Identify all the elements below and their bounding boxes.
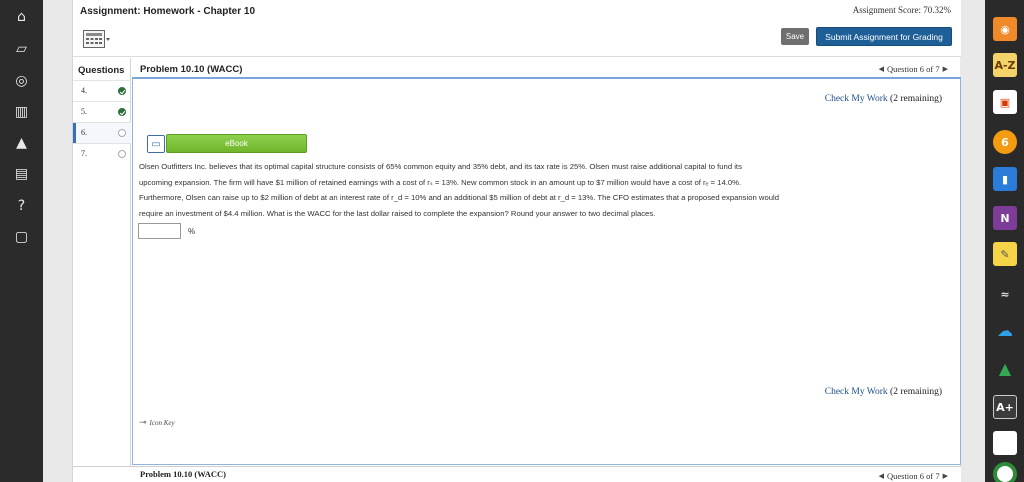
question-number: 4. — [81, 86, 87, 95]
onenote-icon[interactable]: N — [993, 206, 1017, 230]
cloud-icon[interactable]: ☁ — [993, 318, 1017, 342]
feedback-icon[interactable]: ▢ — [0, 225, 43, 249]
icon-key[interactable]: ⊸ Icon Key — [139, 418, 175, 428]
drive-icon[interactable]: ▲ — [993, 356, 1017, 380]
completed-check-icon — [118, 87, 126, 95]
attempts-remaining: (2 remaining) — [890, 94, 942, 104]
attempts-remaining: (2 remaining) — [890, 387, 942, 397]
question-position: Question 6 of 7 — [886, 471, 940, 481]
az-icon[interactable]: A-Z — [993, 53, 1017, 77]
six-icon[interactable]: 6 — [993, 130, 1017, 154]
question-position: Question 6 of 7 — [886, 64, 940, 74]
card-icon[interactable] — [993, 431, 1017, 455]
problem-text-line: upcoming expansion. The firm will have $… — [139, 177, 742, 187]
questions-nav-title: Questions — [78, 65, 125, 76]
rss-icon[interactable]: ◉ — [993, 17, 1017, 41]
office-icon[interactable]: ▣ — [993, 90, 1017, 114]
assignment-header: Assignment: Homework - Chapter 10 Assign… — [73, 0, 961, 57]
assignment-score: Assignment Score: 70.32% — [852, 5, 951, 15]
briefcase-icon[interactable]: ▤ — [0, 162, 43, 186]
check-my-work-link[interactable]: Check My Work — [825, 94, 888, 104]
problem-statement: Olsen Outfitters Inc. believes that its … — [139, 159, 951, 221]
problem-text-line: require an investment of $4.4 million. W… — [139, 208, 656, 218]
question-item-4[interactable]: 4. — [73, 80, 131, 101]
submit-assignment-button[interactable]: Submit Assignment for Grading — [816, 27, 952, 46]
answer-unit: % — [188, 227, 196, 236]
assignment-title: Assignment: Homework - Chapter 10 — [80, 6, 256, 17]
question-number: 6. — [81, 128, 87, 137]
graduation-cap-icon[interactable]: ▲ — [0, 131, 43, 155]
grade-icon[interactable]: A+ — [993, 395, 1017, 419]
ebook-button[interactable]: eBook — [166, 134, 307, 153]
assignment-app: Assignment: Homework - Chapter 10 Assign… — [72, 0, 961, 482]
right-sidebar: ◉ A-Z ▣ 6 ▮ N ✎ ≈ ☁ ▲ A+ — [985, 0, 1024, 482]
home-icon[interactable]: ⌂ — [0, 5, 43, 29]
key-icon: ⊸ — [139, 418, 147, 428]
problem-title: Problem 10.10 (WACC) — [140, 64, 243, 75]
question-number: 7. — [81, 149, 87, 158]
previous-question-icon[interactable]: ◀ — [879, 472, 884, 480]
question-item-7[interactable]: 7. — [73, 143, 131, 164]
completed-check-icon — [118, 108, 126, 116]
note-icon[interactable]: ✎ — [993, 242, 1017, 266]
cards-icon[interactable]: ▱ — [0, 37, 43, 61]
check-my-work-link[interactable]: Check My Work — [825, 387, 888, 397]
calculator-icon[interactable] — [83, 30, 111, 48]
next-question-icon[interactable]: ▶ — [943, 65, 948, 73]
incomplete-circle-icon — [118, 129, 126, 137]
compass-icon[interactable]: ◎ — [0, 69, 43, 93]
book-app-icon[interactable]: ▮ — [993, 167, 1017, 191]
incomplete-circle-icon — [118, 150, 126, 158]
help-icon[interactable]: ? — [0, 194, 43, 218]
question-item-6[interactable]: 6. — [73, 122, 131, 144]
problem-panel: Check My Work (2 remaining) ▭ eBook Olse… — [132, 77, 961, 465]
check-my-work: Check My Work (2 remaining) — [825, 94, 942, 104]
questions-nav: Questions 4. 5. 6. 7. — [73, 58, 131, 482]
circle-icon[interactable] — [993, 462, 1017, 482]
problem-text-line: Furthermore, Olsen can raise up to $2 mi… — [139, 193, 779, 202]
next-question-icon[interactable]: ▶ — [943, 472, 948, 480]
wacc-answer-input[interactable] — [138, 223, 181, 239]
left-sidebar: ⌂ ▱ ◎ ▥ ▲ ▤ ? ▢ — [0, 0, 43, 482]
problem-text-line: Olsen Outfitters Inc. believes that its … — [139, 162, 742, 171]
question-pager-bottom: ◀ Question 6 of 7 ▶ — [879, 471, 948, 481]
check-my-work-bottom: Check My Work (2 remaining) — [825, 387, 942, 397]
question-number: 5. — [81, 107, 87, 116]
problem-title-bottom: Problem 10.10 (WACC) — [140, 469, 227, 479]
ebook-icon[interactable]: ▭ — [147, 135, 165, 153]
save-button[interactable]: Save — [781, 28, 809, 45]
book-icon[interactable]: ▥ — [0, 100, 43, 124]
question-item-5[interactable]: 5. — [73, 101, 131, 122]
icon-key-label: Icon Key — [149, 419, 175, 427]
question-pager: ◀ Question 6 of 7 ▶ — [879, 64, 948, 74]
wifi-icon[interactable]: ≈ — [993, 282, 1017, 306]
previous-question-icon[interactable]: ◀ — [879, 65, 884, 73]
